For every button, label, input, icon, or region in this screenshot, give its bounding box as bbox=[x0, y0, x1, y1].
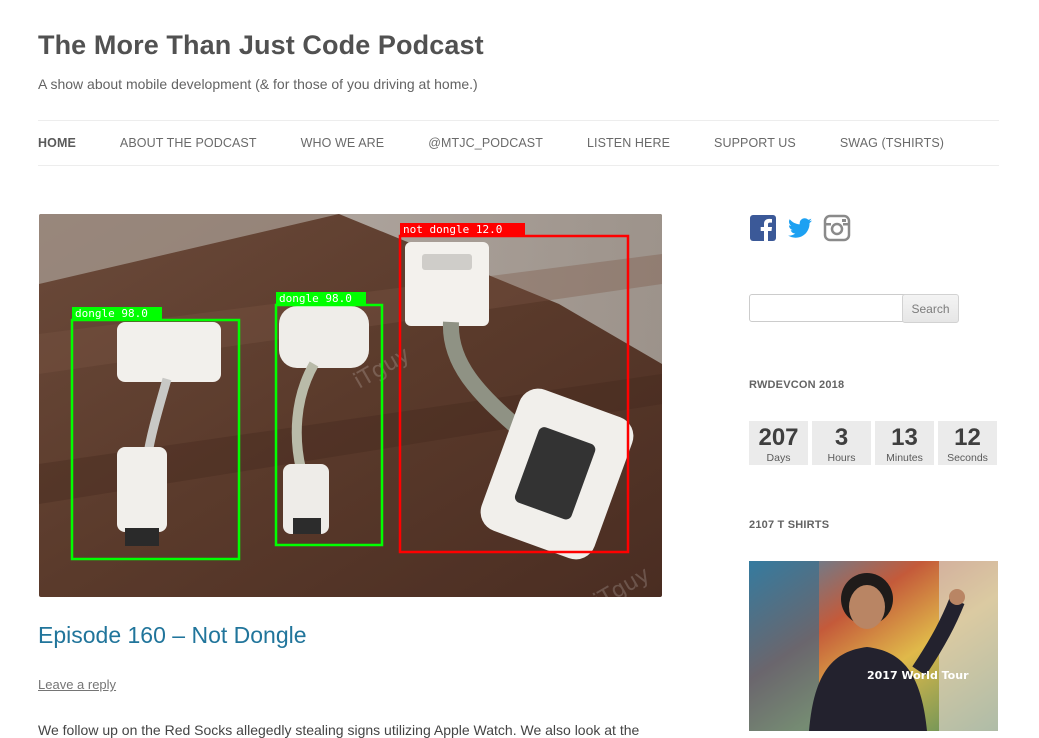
post-excerpt: We follow up on the Red Socks allegedly … bbox=[38, 722, 640, 738]
countdown-unit: Seconds bbox=[947, 452, 988, 464]
twitter-icon[interactable] bbox=[786, 214, 814, 242]
countdown-days: 207 Days bbox=[749, 421, 808, 465]
countdown-value: 13 bbox=[891, 424, 918, 451]
countdown-timer: 207 Days 3 Hours 13 Minutes 12 Seconds bbox=[749, 421, 997, 465]
countdown-value: 12 bbox=[954, 424, 981, 451]
featured-image[interactable]: iTguy iTguy dongle 98.0 dongle 98.0 not … bbox=[39, 214, 662, 597]
nav-item-swag[interactable]: SWAG (TSHIRTS) bbox=[840, 136, 944, 150]
nav-item-who-we-are[interactable]: WHO WE ARE bbox=[301, 136, 385, 150]
detection-label-1: dongle 98.0 bbox=[75, 307, 148, 320]
search-input[interactable] bbox=[749, 294, 909, 322]
facebook-icon[interactable] bbox=[749, 214, 777, 242]
search-button[interactable]: Search bbox=[902, 294, 959, 323]
tshirts-widget-title: 2107 T SHIRTS bbox=[749, 519, 830, 531]
leave-reply-link[interactable]: Leave a reply bbox=[38, 677, 116, 692]
detection-label-2: dongle 98.0 bbox=[279, 292, 352, 305]
nav-item-twitter-handle[interactable]: @MTJC_PODCAST bbox=[428, 136, 543, 150]
countdown-hours: 3 Hours bbox=[812, 421, 871, 465]
detection-label-3: not dongle 12.0 bbox=[403, 223, 502, 236]
social-links bbox=[749, 214, 851, 242]
site-title[interactable]: The More Than Just Code Podcast bbox=[38, 30, 484, 61]
countdown-seconds: 12 Seconds bbox=[938, 421, 997, 465]
countdown-unit: Days bbox=[766, 452, 791, 464]
main-nav: HOME ABOUT THE PODCAST WHO WE ARE @MTJC_… bbox=[38, 120, 999, 166]
countdown-value: 207 bbox=[758, 424, 799, 451]
instagram-icon[interactable] bbox=[823, 214, 851, 242]
nav-item-about[interactable]: ABOUT THE PODCAST bbox=[120, 136, 257, 150]
nav-item-support-us[interactable]: SUPPORT US bbox=[714, 136, 796, 150]
site-tagline: A show about mobile development (& for t… bbox=[38, 76, 478, 92]
nav-item-home[interactable]: HOME bbox=[38, 136, 76, 150]
countdown-unit: Minutes bbox=[886, 452, 923, 464]
shirt-print-text: 2017 World Tour bbox=[867, 669, 969, 682]
nav-item-listen-here[interactable]: LISTEN HERE bbox=[587, 136, 670, 150]
post-title-link[interactable]: Episode 160 – Not Dongle bbox=[38, 622, 307, 649]
tshirt-promo-image[interactable]: 2017 World Tour bbox=[749, 561, 998, 731]
countdown-widget-title: RWDEVCON 2018 bbox=[749, 379, 845, 391]
countdown-unit: Hours bbox=[827, 452, 856, 464]
countdown-value: 3 bbox=[834, 424, 849, 451]
countdown-minutes: 13 Minutes bbox=[875, 421, 934, 465]
